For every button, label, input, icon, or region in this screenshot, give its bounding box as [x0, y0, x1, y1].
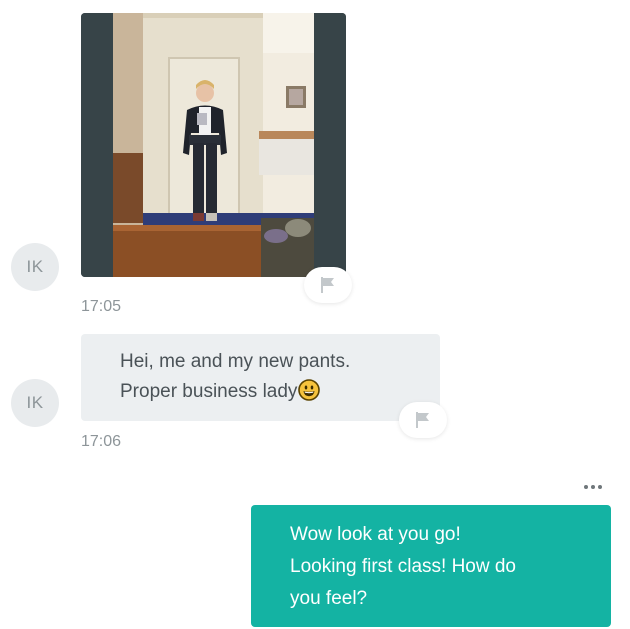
- message-text-line: Looking first class! How do: [290, 556, 516, 577]
- more-options-icon: [584, 485, 588, 489]
- more-options-button[interactable]: [578, 478, 608, 496]
- message-timestamp: 17:05: [81, 298, 122, 315]
- incoming-message-bubble: Hei, me and my new pants. Proper busines…: [81, 334, 440, 421]
- grinning-face-emoji-icon: [298, 379, 321, 411]
- sender-avatar[interactable]: IK: [11, 243, 59, 291]
- report-message-button[interactable]: [399, 402, 447, 438]
- sender-avatar[interactable]: IK: [11, 379, 59, 427]
- report-flag-icon: [416, 412, 429, 428]
- message-timestamp: 17:06: [81, 433, 122, 450]
- mirror-selfie-image: [81, 13, 346, 277]
- message-text-line: Wow look at you go!: [290, 524, 461, 545]
- report-flag-icon: [321, 277, 334, 293]
- message-text-line: you feel?: [290, 588, 368, 609]
- outgoing-message-bubble: Wow look at you go! Looking first class!…: [251, 505, 611, 627]
- avatar-initials: IK: [26, 393, 44, 412]
- message-text-line: Proper business lady: [120, 381, 298, 402]
- shared-photo[interactable]: [81, 13, 346, 277]
- message-text-line: Hei, me and my new pants.: [120, 351, 351, 372]
- avatar-initials: IK: [26, 257, 44, 276]
- report-photo-button[interactable]: [304, 267, 352, 303]
